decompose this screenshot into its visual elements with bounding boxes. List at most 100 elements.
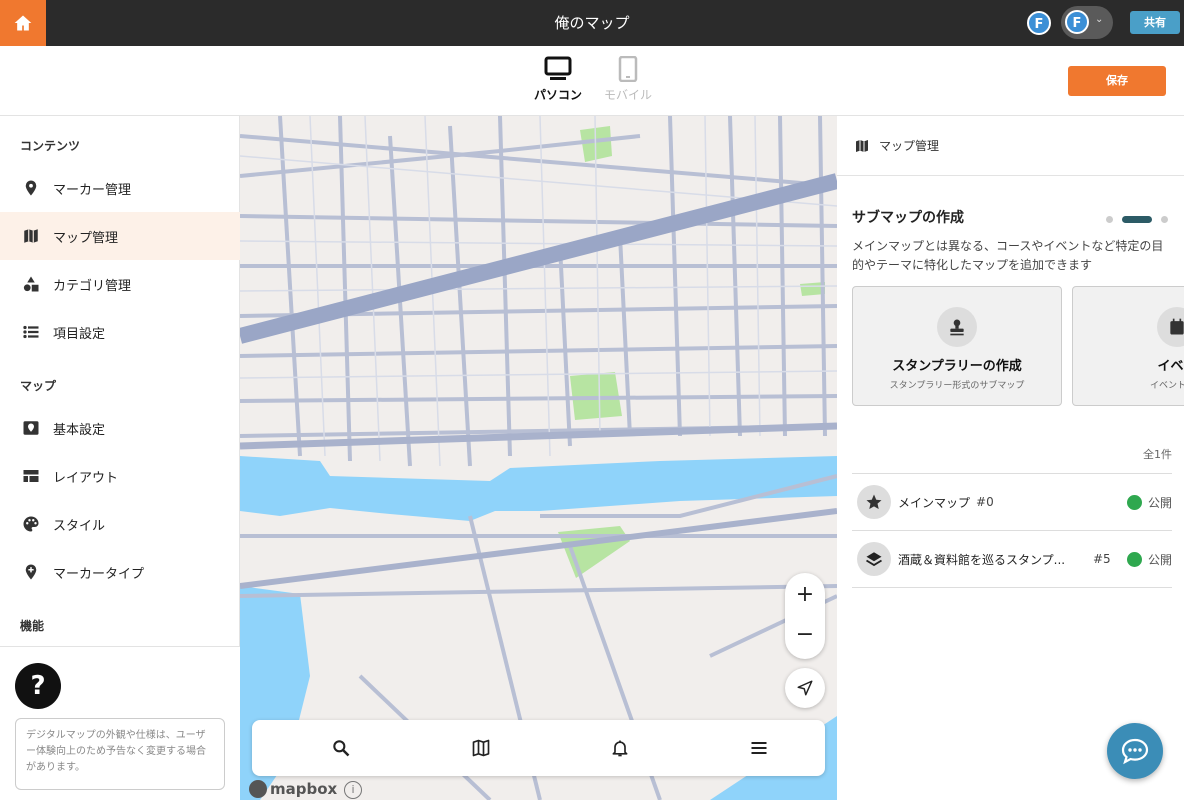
zoom-control: + − — [785, 573, 825, 659]
status-dot-icon — [1126, 551, 1142, 567]
palette-icon — [23, 516, 39, 532]
sidebar-item-layout[interactable]: レイアウト — [0, 452, 240, 500]
sidebar-item-label: マーカータイプ — [53, 566, 145, 582]
map-view[interactable]: + − mapbox i — [240, 116, 837, 800]
notice-text: デジタルマップの外観や仕様は、ユーザー体験向上のため予告なく変更する場合がありま… — [15, 718, 225, 790]
map-list: メインマップ #0 公開 酒蔵＆資料館を巡るスタンプ... #5 公開 — [852, 473, 1172, 588]
status-badge: 公開 — [1126, 494, 1172, 511]
sidebar-footer: ? デジタルマップの外観や仕様は、ユーザー体験向上のため予告なく変更する場合があ… — [0, 646, 240, 800]
zoom-in-button[interactable]: + — [785, 575, 825, 615]
desktop-icon — [544, 56, 572, 80]
status-badge: 公開 — [1126, 551, 1172, 568]
sidebar-item-label: カテゴリ管理 — [53, 278, 132, 294]
map-count: 全1件 — [1143, 448, 1172, 461]
info-button[interactable]: i — [344, 781, 362, 799]
card-title: イベン — [1157, 359, 1184, 374]
map-menu-button[interactable] — [729, 720, 789, 776]
sidebar-item-map-management[interactable]: マップ管理 — [0, 212, 240, 260]
mobile-icon — [618, 56, 638, 82]
list-item[interactable]: メインマップ #0 公開 — [852, 474, 1172, 531]
sidebar-item-label: レイアウト — [53, 470, 119, 486]
add-marker-icon — [25, 564, 37, 580]
card-title: スタンプラリーの作成 — [892, 359, 1022, 374]
stamp-icon — [937, 307, 977, 347]
account-avatar: F — [1065, 10, 1089, 34]
locate-button[interactable] — [785, 668, 825, 708]
sidebar-item-style[interactable]: スタイル — [0, 500, 240, 548]
mapbox-attribution[interactable]: mapbox — [249, 780, 337, 798]
submap-title: サブマップの作成 — [852, 210, 964, 226]
status-label: 公開 — [1147, 552, 1172, 567]
account-menu-button[interactable]: F ⌄ — [1061, 6, 1113, 39]
device-tab-pc-label: パソコン — [533, 88, 582, 102]
bell-icon — [612, 740, 628, 757]
save-button[interactable]: 保存 — [1068, 66, 1166, 96]
submap-description: メインマップとは異なる、コースやイベントなど特定の目的やテーマに特化したマップを… — [852, 239, 1164, 272]
list-item[interactable]: 酒蔵＆資料館を巡るスタンプ... #5 公開 — [852, 531, 1172, 588]
status-label: 公開 — [1147, 495, 1172, 510]
device-toolbar: パソコン モバイル 保存 — [0, 46, 1184, 116]
map-canvas — [240, 116, 837, 800]
section-heading-contents: コンテンツ — [20, 139, 81, 153]
device-tab-mobile[interactable]: モバイル — [598, 56, 658, 103]
chat-bubble-icon — [1121, 738, 1149, 765]
sidebar-item-category-management[interactable]: カテゴリ管理 — [0, 260, 240, 308]
search-icon — [333, 740, 350, 757]
chat-support-button[interactable] — [1107, 723, 1163, 779]
map-icon — [856, 139, 868, 152]
help-button[interactable]: ? — [15, 663, 61, 709]
status-dot-icon — [1126, 494, 1142, 510]
panel-title: マップ管理 — [879, 139, 940, 153]
carousel-dot[interactable] — [1106, 216, 1113, 223]
shapes-icon — [23, 276, 39, 292]
sidebar-item-marker-management[interactable]: マーカー管理 — [0, 164, 240, 212]
layout-icon — [23, 470, 39, 482]
top-bar: 俺のマップ F F ⌄ 共有 — [0, 0, 1184, 46]
carousel-dot-active[interactable] — [1122, 216, 1152, 223]
navigation-arrow-icon — [797, 680, 813, 696]
device-tab-mobile-label: モバイル — [603, 88, 652, 102]
card-subtitle: スタンプラリー形式のサブマップ — [889, 381, 1025, 391]
sidebar-item-label: マーカー管理 — [53, 182, 132, 198]
app-title: 俺のマップ — [554, 14, 630, 32]
sidebar-item-label: マップ管理 — [53, 230, 119, 246]
mapbox-logo-icon — [249, 780, 267, 798]
carousel-dot[interactable] — [1161, 216, 1168, 223]
sidebar-item-label: 項目設定 — [53, 326, 106, 342]
map-id: #5 — [1093, 552, 1111, 566]
create-stamp-rally-card[interactable]: スタンプラリーの作成 スタンプラリー形式のサブマップ — [852, 286, 1062, 406]
star-icon — [857, 485, 891, 519]
map-pin-square-icon — [23, 421, 39, 435]
map-icon — [24, 229, 38, 243]
map-management-panel: マップ管理 サブマップの作成 メインマップとは異なる、コースやイベントなど特定の… — [837, 116, 1184, 800]
calendar-icon — [1157, 307, 1184, 347]
map-name: メインマップ — [898, 495, 971, 510]
map-name: 酒蔵＆資料館を巡るスタンプ... — [898, 552, 1066, 567]
map-bottom-nav — [252, 720, 825, 776]
zoom-out-button[interactable]: − — [785, 615, 825, 655]
layers-icon — [857, 542, 891, 576]
mapbox-label: mapbox — [270, 780, 338, 798]
map-notifications-button[interactable] — [590, 720, 650, 776]
panel-header: マップ管理 — [837, 116, 1184, 176]
sidebar-item-field-settings[interactable]: 項目設定 — [0, 308, 240, 356]
device-tab-pc[interactable]: パソコン — [528, 56, 588, 103]
marker-pin-icon — [25, 180, 37, 196]
list-icon — [23, 325, 39, 339]
map-layers-button[interactable] — [451, 720, 511, 776]
avatar[interactable]: F — [1027, 11, 1051, 35]
map-icon — [472, 739, 490, 757]
share-button[interactable]: 共有 — [1130, 11, 1180, 34]
map-search-button[interactable] — [311, 720, 371, 776]
hamburger-menu-icon — [751, 741, 767, 755]
create-event-card[interactable]: イベン イベント形式 — [1072, 286, 1184, 406]
card-subtitle: イベント形式 — [1149, 381, 1184, 391]
chevron-down-icon: ⌄ — [1095, 14, 1104, 25]
sidebar-item-basic-settings[interactable]: 基本設定 — [0, 404, 240, 452]
sidebar-item-label: 基本設定 — [53, 422, 106, 438]
map-id: #0 — [976, 495, 994, 509]
sidebar-item-label: スタイル — [53, 518, 106, 534]
sidebar: コンテンツ マーカー管理 マップ管理 カテゴリ管理 項目設定 マップ 基本設定 … — [0, 116, 240, 800]
sidebar-item-marker-type[interactable]: マーカータイプ — [0, 548, 240, 596]
section-heading-map: マップ — [20, 379, 57, 393]
